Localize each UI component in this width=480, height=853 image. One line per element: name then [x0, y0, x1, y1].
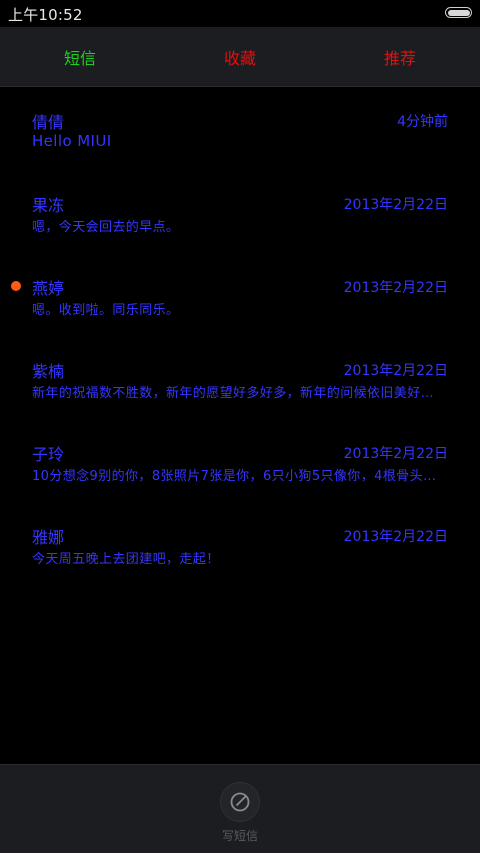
battery-icon [445, 7, 472, 18]
compose-icon [230, 792, 250, 812]
contact-name: 果冻 [32, 196, 65, 215]
conversation-list: 倩倩 4分钟前 Hello MIUI 果冻 2013年2月22日 嗯，今天会回去… [0, 87, 480, 585]
conversation-item-yanting[interactable]: 燕婷 2013年2月22日 嗯。收到啦。同乐同乐。 [0, 253, 480, 336]
compose-button[interactable] [220, 782, 260, 822]
conversation-item-yana[interactable]: 雅娜 2013年2月22日 今天周五晚上去团建吧，走起！ [0, 502, 480, 585]
message-preview: 嗯，今天会回去的早点。 [32, 220, 180, 235]
message-date: 2013年2月22日 [343, 197, 448, 213]
message-date: 2013年2月22日 [343, 529, 448, 545]
message-date: 2013年2月22日 [343, 280, 448, 296]
conversation-item-qianqian[interactable]: 倩倩 4分钟前 Hello MIUI [0, 87, 480, 170]
status-time: 上午10:52 [8, 6, 83, 24]
battery-level [447, 9, 470, 16]
message-date: 2013年2月22日 [343, 446, 448, 462]
conversation-item-zinan[interactable]: 紫楠 2013年2月22日 新年的祝福数不胜数，新年的愿望好多好多，新年的问候依… [0, 336, 480, 419]
status-bar: 上午10:52 [0, 0, 480, 27]
conversation-item-ziling[interactable]: 子玲 2013年2月22日 10分想念9别的你，8张照片7张是你，6只小狗5只像… [0, 419, 480, 502]
tab-messages[interactable]: 短信 [0, 27, 160, 86]
tab-favorites[interactable]: 收藏 [160, 27, 320, 86]
contact-name: 燕婷 [32, 279, 65, 298]
message-preview: 新年的祝福数不胜数，新年的愿望好多好多，新年的问候依旧美好… [32, 386, 435, 401]
message-date: 2013年2月22日 [343, 363, 448, 379]
message-preview: 嗯。收到啦。同乐同乐。 [32, 303, 180, 318]
contact-name: 紫楠 [32, 362, 65, 381]
contact-name: 子玲 [32, 445, 65, 464]
tab-bar: 短信 收藏 推荐 [0, 27, 480, 87]
message-date: 4分钟前 [397, 114, 448, 130]
compose-label: 写短信 [221, 829, 258, 843]
message-preview: 10分想念9别的你，8张照片7张是你，6只小狗5只像你，4根骨头… [32, 469, 437, 484]
tab-recommended[interactable]: 推荐 [320, 27, 480, 86]
bottom-bar: 写短信 [0, 764, 480, 853]
contact-name: 倩倩 [32, 113, 65, 132]
conversation-item-guodong[interactable]: 果冻 2013年2月22日 嗯，今天会回去的早点。 [0, 170, 480, 253]
message-preview: 今天周五晚上去团建吧，走起！ [32, 552, 220, 567]
unread-indicator-icon [11, 281, 21, 291]
contact-name: 雅娜 [32, 528, 65, 547]
message-preview: Hello MIUI [32, 132, 112, 150]
